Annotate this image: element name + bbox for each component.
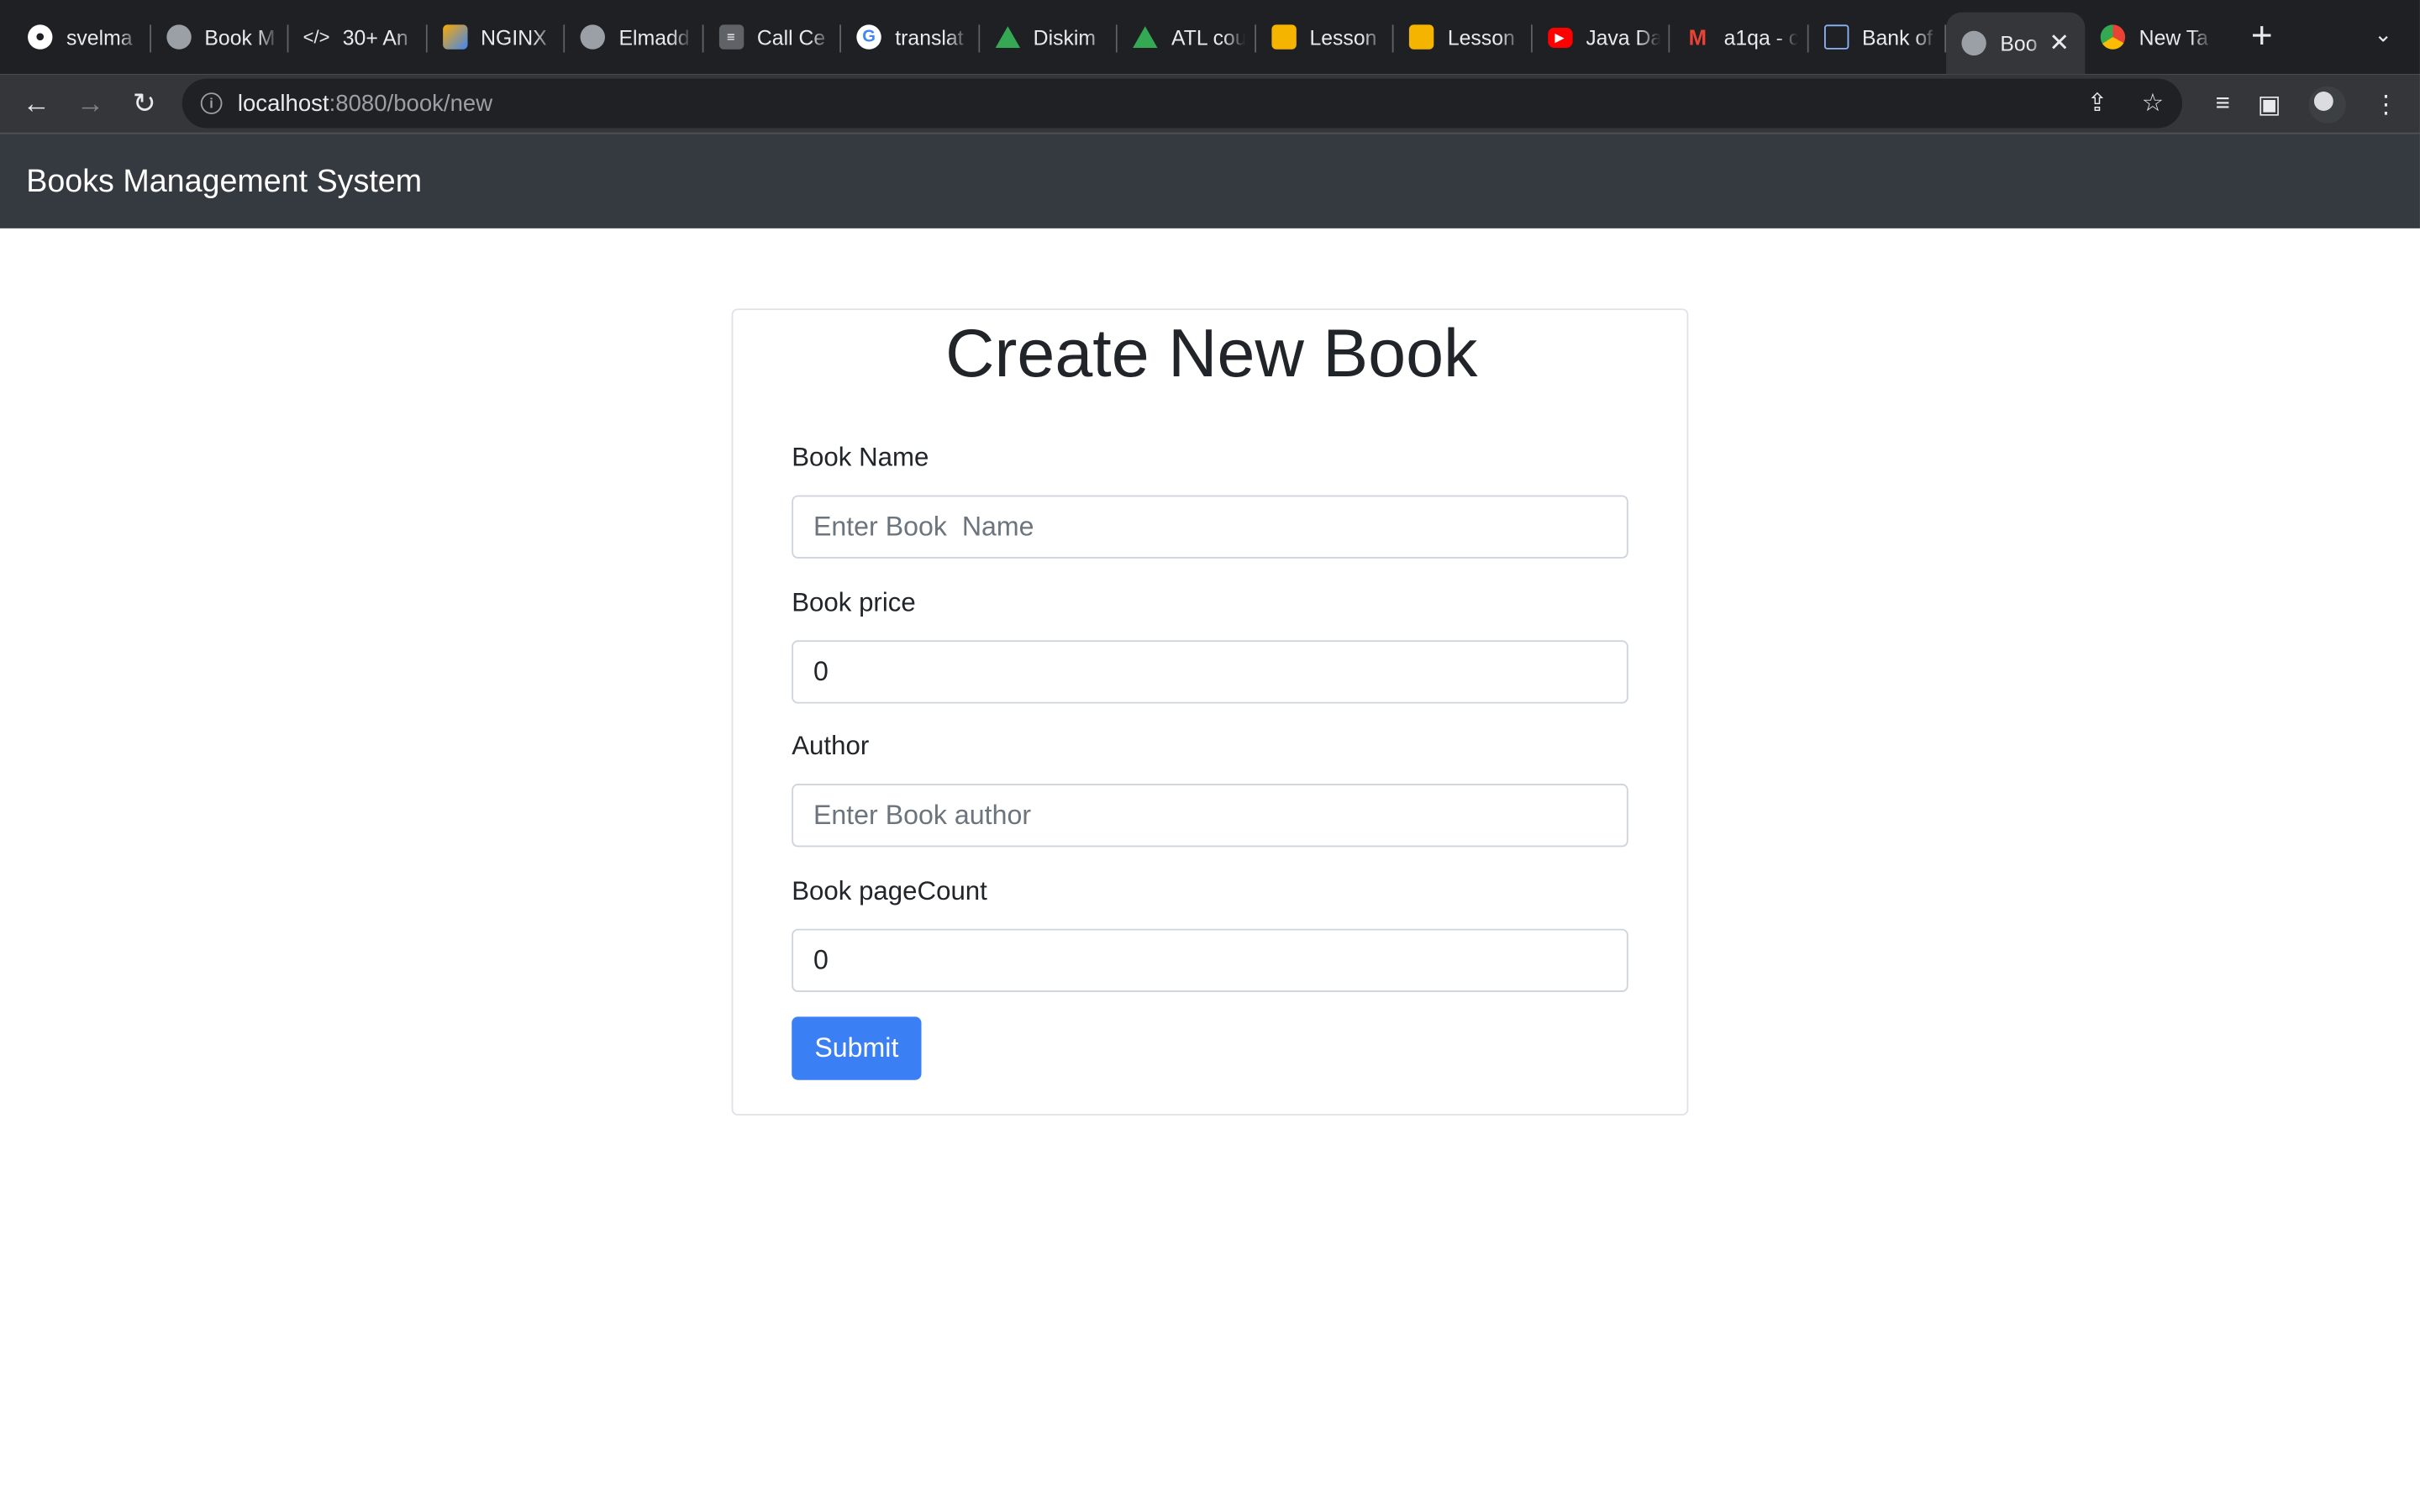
stack-icon: ≡ xyxy=(718,24,744,50)
create-book-card: Create New Book Book Name Book price Aut… xyxy=(731,308,1689,1116)
side-panel-icon[interactable]: ▣ xyxy=(2258,90,2281,121)
tab-label: Bank of xyxy=(1861,25,1933,49)
tab-label: Call Ce xyxy=(756,25,826,49)
globe-icon xyxy=(580,24,605,50)
tab-label: Lesson xyxy=(1309,25,1377,49)
drive-icon xyxy=(994,26,1020,48)
author-input[interactable] xyxy=(792,784,1628,848)
book-price-input[interactable] xyxy=(792,640,1628,704)
browser-tab[interactable]: Diskim xyxy=(979,0,1117,74)
github-icon: ● xyxy=(28,24,53,50)
chrome-icon xyxy=(2100,24,2126,50)
navbar-brand[interactable]: Books Management System xyxy=(26,163,422,200)
browser-tab[interactable]: Lesson xyxy=(1394,0,1532,74)
slides-icon xyxy=(1270,24,1296,50)
tab-label: Book M xyxy=(204,25,276,49)
tab-label: translat xyxy=(895,25,964,49)
google-icon: G xyxy=(856,24,881,50)
browser-tab[interactable]: Gtranslat xyxy=(841,0,979,74)
globe-icon xyxy=(1961,30,1986,56)
bookmark-star-icon[interactable]: ☆ xyxy=(2142,88,2164,119)
browser-tab[interactable]: </> 30+ An xyxy=(288,0,426,74)
nginx-icon xyxy=(442,24,467,50)
tab-label: Lesson xyxy=(1447,25,1515,49)
browser-tab[interactable]: ≡ Call Ce xyxy=(703,0,841,74)
tab-label: 30+ An xyxy=(342,25,408,49)
tab-label: Boo xyxy=(2000,31,2038,55)
browser-tab[interactable]: Bank of xyxy=(1808,0,1946,74)
url-host: localhost xyxy=(237,90,329,117)
tab-label: svelma xyxy=(66,25,133,49)
page-count-label: Book pageCount xyxy=(792,876,987,906)
book-name-label: Book Name xyxy=(792,443,929,473)
info-icon[interactable]: i xyxy=(200,92,223,114)
browser-tab[interactable]: ATL cou xyxy=(1118,0,1255,74)
bank-icon xyxy=(1823,24,1849,50)
book-price-group: Book price xyxy=(792,588,1628,704)
app-navbar: Books Management System xyxy=(0,132,2420,228)
tab-label: ATL cou xyxy=(1171,25,1246,49)
page-count-group: Book pageCount xyxy=(792,876,1628,992)
tab-label: a1qa - c xyxy=(1723,25,1798,49)
submit-button[interactable]: Submit xyxy=(792,1016,922,1080)
globe-icon xyxy=(166,24,191,50)
address-bar[interactable]: i localhost:8080/book/new ⇪ ☆ xyxy=(182,78,2183,129)
browser-tab[interactable]: ● svelma xyxy=(13,0,150,74)
browser-tab[interactable]: ▶ Java Da xyxy=(1532,0,1670,74)
url-path: :8080/book/new xyxy=(329,90,493,117)
page-title: Create New Book xyxy=(945,316,1478,392)
browser-tab[interactable]: NGINX xyxy=(427,0,565,74)
author-group: Author xyxy=(792,732,1628,848)
book-name-input[interactable] xyxy=(792,495,1628,559)
author-label: Author xyxy=(792,731,870,761)
tab-label: Diskim xyxy=(1033,25,1097,49)
back-arrow-icon[interactable]: ← xyxy=(9,87,63,120)
profile-avatar[interactable] xyxy=(2308,86,2346,123)
slides-icon xyxy=(1408,24,1434,50)
browser-tab-active[interactable]: Boo ✕ xyxy=(1946,12,2086,75)
drive-icon xyxy=(1133,26,1158,48)
reload-icon[interactable]: ↻ xyxy=(118,87,171,120)
forward-arrow-icon[interactable]: → xyxy=(63,87,117,120)
close-icon[interactable]: ✕ xyxy=(2049,28,2070,59)
browser-toolbar: ← → ↻ i localhost:8080/book/new ⇪ ☆ ≡ ▣ … xyxy=(0,74,2420,133)
page-count-input[interactable] xyxy=(792,928,1628,992)
book-name-group: Book Name xyxy=(792,443,1628,559)
chevron-down-icon[interactable]: ⌄ xyxy=(2374,22,2392,48)
browser-tab[interactable]: Lesson xyxy=(1255,0,1393,74)
youtube-icon: ▶ xyxy=(1547,27,1572,48)
tab-label: Java Da xyxy=(1586,25,1660,49)
tab-label: NGINX xyxy=(481,25,547,49)
browser-tab[interactable]: Elmadd xyxy=(565,0,702,74)
more-menu-icon[interactable]: ⋮ xyxy=(2374,90,2398,121)
book-price-label: Book price xyxy=(792,587,916,617)
browser-tab[interactable]: Book M xyxy=(150,0,288,74)
tab-label: Elmadd xyxy=(618,25,690,49)
browser-tab[interactable]: New Ta xyxy=(2085,0,2223,74)
new-tab-plus-icon[interactable]: + xyxy=(2251,18,2273,55)
tab-label: New Ta xyxy=(2139,25,2208,49)
gmail-icon: M xyxy=(1688,24,1707,50)
browser-tab-strip: ● svelma Book M </> 30+ An NGINX Elmadd ≡ C… xyxy=(0,0,2420,75)
code-icon: </> xyxy=(302,26,330,48)
media-queue-icon[interactable]: ≡ xyxy=(2216,91,2230,118)
browser-tab[interactable]: Ma1qa - c xyxy=(1670,0,1807,74)
share-icon[interactable]: ⇪ xyxy=(2087,88,2108,119)
